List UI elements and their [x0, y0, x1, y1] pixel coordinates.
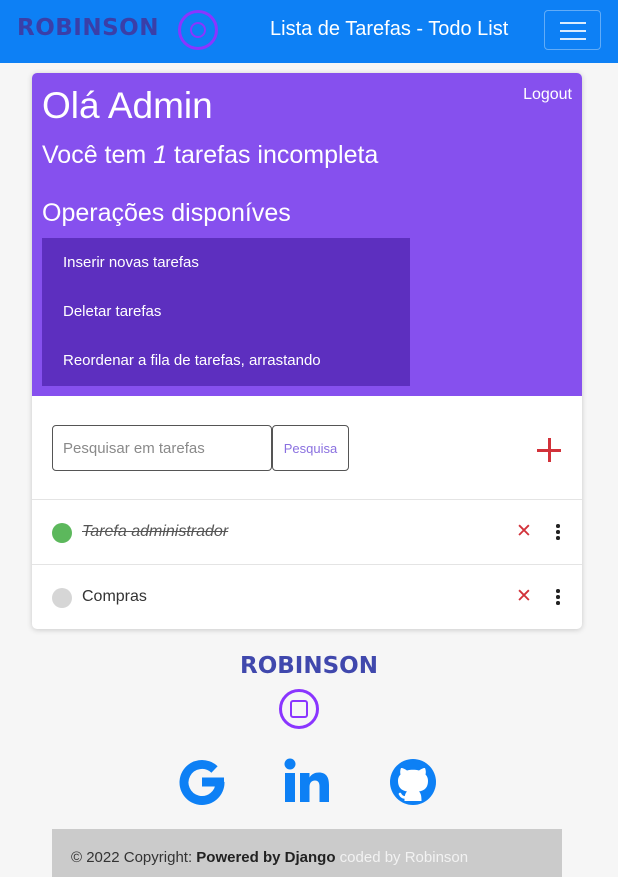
incomplete-summary: Você tem 1 tarefas incompleta: [42, 141, 378, 170]
summary-suffix: tarefas incompleta: [174, 141, 379, 169]
operations-title: Operações disponíves: [42, 199, 291, 227]
copyright-bar: © 2022 Copyright: Powered by Django code…: [52, 829, 562, 877]
brand-name[interactable]: ROBINSON: [17, 15, 159, 41]
hamburger-icon: [560, 22, 586, 24]
navbar: ROBINSON Lista de Tarefas - Todo List: [0, 0, 618, 63]
task-status-dot[interactable]: [52, 523, 72, 543]
task-row[interactable]: Compras ✕: [32, 565, 582, 629]
google-icon[interactable]: [178, 756, 226, 808]
copyright-text: © 2022 Copyright: Powered by Django code…: [71, 849, 468, 866]
greeting-heading: Olá Admin: [42, 85, 213, 126]
operation-item-reorder: Reordenar a fila de tarefas, arrastando: [63, 352, 321, 369]
robinson-logo-icon[interactable]: [178, 10, 218, 50]
github-icon[interactable]: [389, 756, 437, 808]
operation-item-insert: Inserir novas tarefas: [63, 254, 199, 271]
menu-toggle-button[interactable]: [544, 10, 601, 50]
operation-item-delete: Deletar tarefas: [63, 303, 162, 320]
linkedin-icon[interactable]: [283, 756, 331, 808]
task-row[interactable]: Tarefa administrador ✕: [32, 500, 582, 564]
close-icon[interactable]: ✕: [516, 587, 532, 606]
coded-by-link[interactable]: coded by Robinson: [340, 849, 468, 866]
search-input[interactable]: [52, 425, 272, 471]
task-label[interactable]: Compras: [82, 588, 147, 606]
kebab-menu-icon[interactable]: [553, 587, 563, 607]
task-label[interactable]: Tarefa administrador: [82, 523, 228, 541]
summary-prefix: Você tem: [42, 141, 147, 169]
search-button[interactable]: Pesquisa: [272, 425, 349, 471]
footer-brand: ROBINSON: [240, 653, 378, 679]
powered-by-link[interactable]: Powered by Django: [196, 849, 335, 866]
incomplete-count: 1: [153, 141, 168, 169]
todo-card: Logout Olá Admin Você tem 1 tarefas inco…: [32, 73, 582, 629]
logout-link[interactable]: Logout: [523, 86, 572, 104]
task-status-dot[interactable]: [52, 588, 72, 608]
robinson-logo-icon: [279, 689, 319, 729]
card-header: Logout Olá Admin Você tem 1 tarefas inco…: [32, 73, 582, 396]
plus-icon[interactable]: [537, 438, 561, 462]
page-title: Lista de Tarefas - Todo List: [270, 18, 509, 40]
copyright-prefix: © 2022 Copyright:: [71, 849, 193, 866]
kebab-menu-icon[interactable]: [553, 522, 563, 542]
close-icon[interactable]: ✕: [516, 522, 532, 541]
operations-list: Inserir novas tarefas Deletar tarefas Re…: [42, 238, 410, 386]
